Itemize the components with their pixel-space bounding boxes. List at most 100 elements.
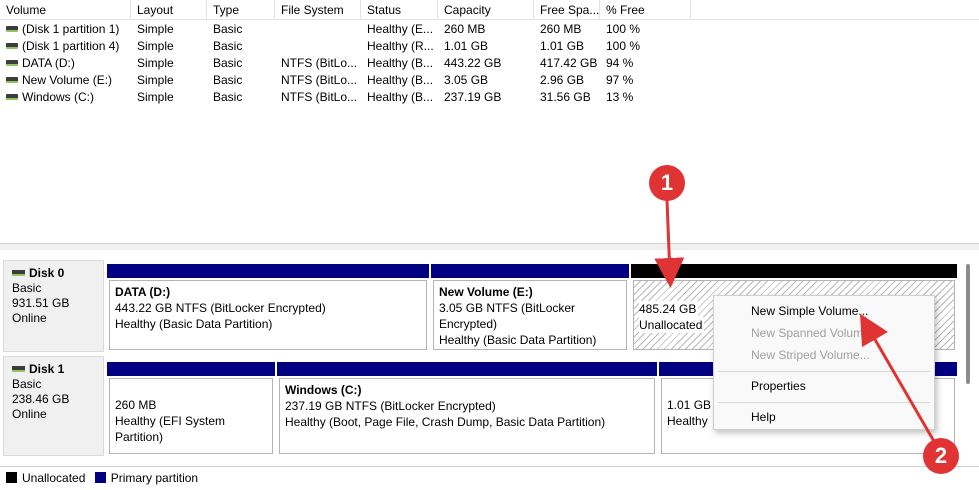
partition-body: New Volume (E:) 3.05 GB NTFS (BitLocker …	[433, 280, 627, 350]
drive-icon	[6, 59, 18, 66]
capacity-cell: 260 MB	[444, 22, 486, 36]
context-menu: New Simple Volume... New Spanned Volume.…	[713, 295, 935, 430]
free-space-cell: 417.42 GB	[540, 56, 598, 70]
status-cell: Healthy (B...	[367, 90, 434, 104]
menu-help[interactable]: Help	[715, 406, 933, 428]
drive-icon	[6, 42, 18, 49]
column-header-layout[interactable]: Layout	[131, 0, 207, 20]
drive-icon	[6, 93, 18, 100]
partition-efi[interactable]: 260 MB Healthy (EFI System Partition)	[107, 362, 275, 456]
layout-cell: Simple	[137, 39, 174, 53]
fs-cell: NTFS (BitLo...	[281, 56, 358, 70]
menu-new-striped-volume[interactable]: New Striped Volume...	[715, 344, 933, 366]
partition-bar	[107, 264, 429, 278]
disk-0-size: 931.51 GB	[12, 296, 70, 310]
legend: Unallocated Primary partition	[0, 466, 979, 490]
partition-body: 260 MB Healthy (EFI System Partition)	[109, 378, 273, 454]
partition-bar	[107, 362, 275, 376]
free-space-cell: 260 MB	[540, 22, 582, 36]
layout-cell: Simple	[137, 22, 174, 36]
legend-primary-partition: Primary partition	[110, 471, 199, 485]
fs-cell: NTFS (BitLo...	[281, 73, 358, 87]
legend-unallocated: Unallocated	[22, 471, 86, 485]
partition-status: Healthy (Boot, Page File, Crash Dump, Ba…	[285, 415, 606, 429]
layout-cell: Simple	[137, 73, 174, 87]
partition-bar	[431, 264, 629, 278]
partition-info: 260 MB	[115, 398, 157, 412]
column-header-capacity[interactable]: Capacity	[438, 0, 534, 20]
column-header-volume[interactable]: Volume	[0, 0, 131, 20]
disk-1-type: Basic	[12, 377, 42, 391]
percent-free-cell: 13 %	[606, 90, 634, 104]
layout-cell: Simple	[137, 56, 174, 70]
disk-0-label[interactable]: Disk 0 Basic 931.51 GB Online	[3, 260, 104, 352]
disk-0-state: Online	[12, 311, 47, 325]
partition-bar	[631, 264, 957, 278]
partition-status: Healthy (EFI System Partition)	[115, 414, 226, 444]
partition-body: DATA (D:) 443.22 GB NTFS (BitLocker Encr…	[109, 280, 427, 350]
vertical-scrollbar[interactable]	[963, 262, 973, 460]
table-row[interactable]: New Volume (E:) Simple Basic NTFS (BitLo…	[0, 72, 979, 89]
percent-free-cell: 94 %	[606, 56, 634, 70]
scrollbar-thumb[interactable]	[966, 264, 970, 384]
column-header-type[interactable]: Type	[207, 0, 275, 20]
partition-info: 443.22 GB NTFS (BitLocker Encrypted)	[115, 301, 326, 315]
menu-separator	[718, 371, 930, 372]
column-header-status[interactable]: Status	[361, 0, 438, 20]
disk-1-name: Disk 1	[12, 362, 103, 377]
partition-title: DATA (D:)	[115, 285, 171, 299]
capacity-cell: 443.22 GB	[444, 56, 502, 70]
disk-1-size: 238.46 GB	[12, 392, 70, 406]
volume-list[interactable]: Volume Layout Type File System Status Ca…	[0, 0, 979, 244]
table-row[interactable]: (Disk 1 partition 4) Simple Basic Health…	[0, 38, 979, 55]
fs-cell: NTFS (BitLo...	[281, 90, 358, 104]
partition-data-d[interactable]: DATA (D:) 443.22 GB NTFS (BitLocker Encr…	[107, 264, 429, 352]
table-row[interactable]: DATA (D:) Simple Basic NTFS (BitLo... He…	[0, 55, 979, 72]
volume-cell: New Volume (E:)	[2, 72, 131, 89]
disk-icon	[12, 269, 25, 276]
disk-0-type: Basic	[12, 281, 42, 295]
percent-free-cell: 100 %	[606, 39, 641, 53]
partition-info: 3.05 GB NTFS (BitLocker Encrypted)	[439, 301, 576, 331]
free-space-cell: 2.96 GB	[540, 73, 585, 87]
partition-title: New Volume (E:)	[439, 285, 533, 299]
menu-properties[interactable]: Properties	[715, 375, 933, 397]
disk-1-label[interactable]: Disk 1 Basic 238.46 GB Online	[3, 356, 104, 456]
drive-icon	[6, 76, 18, 83]
menu-separator	[718, 402, 930, 403]
disk-icon	[12, 365, 25, 372]
primary-swatch	[94, 472, 106, 484]
column-header-percent-free[interactable]: % Free	[600, 0, 691, 20]
percent-free-cell: 97 %	[606, 73, 634, 87]
partition-status: Healthy (Basic Data Partition)	[439, 333, 597, 347]
status-cell: Healthy (E...	[367, 22, 434, 36]
table-row[interactable]: (Disk 1 partition 1) Simple Basic Health…	[0, 21, 979, 38]
partition-new-volume-e[interactable]: New Volume (E:) 3.05 GB NTFS (BitLocker …	[431, 264, 629, 352]
percent-free-cell: 100 %	[606, 22, 641, 36]
partition-windows-c[interactable]: Windows (C:) 237.19 GB NTFS (BitLocker E…	[277, 362, 657, 456]
type-cell: Basic	[213, 73, 243, 87]
free-space-cell: 1.01 GB	[540, 39, 585, 53]
partition-title: Windows (C:)	[285, 383, 362, 397]
volume-cell: DATA (D:)	[2, 55, 131, 72]
unallocated-size: 485.24 GB	[639, 301, 699, 317]
unallocated-label: Unallocated	[639, 317, 705, 333]
layout-cell: Simple	[137, 90, 174, 104]
disk-0-name: Disk 0	[12, 266, 103, 281]
column-header-free-space[interactable]: Free Spa...	[534, 0, 600, 20]
menu-new-spanned-volume[interactable]: New Spanned Volume...	[715, 322, 933, 344]
capacity-cell: 3.05 GB	[444, 73, 489, 87]
table-row[interactable]: Windows (C:) Simple Basic NTFS (BitLo...…	[0, 89, 979, 106]
annotation-badge-1: 1	[649, 165, 685, 201]
disk-1-state: Online	[12, 407, 47, 421]
drive-icon	[6, 25, 18, 32]
partition-bar	[277, 362, 657, 376]
status-cell: Healthy (B...	[367, 56, 434, 70]
partition-info: 237.19 GB NTFS (BitLocker Encrypted)	[285, 399, 496, 413]
capacity-cell: 1.01 GB	[444, 39, 489, 53]
column-header-file-system[interactable]: File System	[275, 0, 361, 20]
fs-cell	[277, 21, 361, 38]
volume-cell: (Disk 1 partition 4)	[2, 38, 131, 55]
menu-new-simple-volume[interactable]: New Simple Volume...	[715, 300, 933, 322]
unallocated-swatch	[6, 472, 17, 484]
